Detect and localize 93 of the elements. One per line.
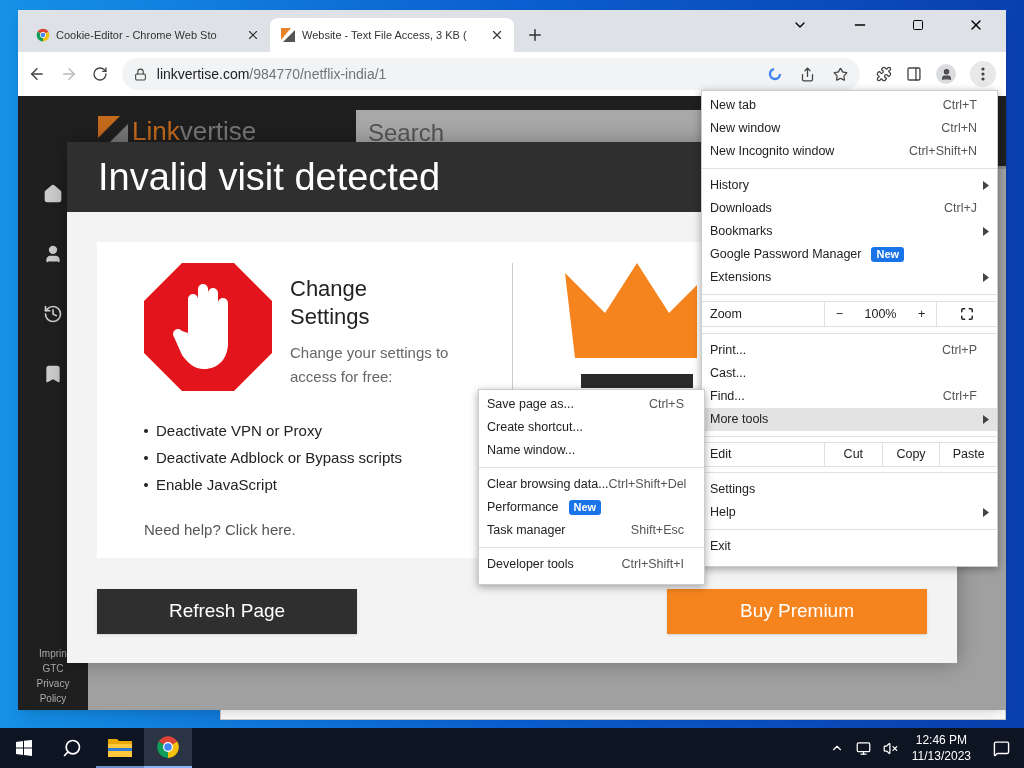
- menu-item[interactable]: Task manager Shift+Esc: [479, 519, 704, 542]
- volume-muted-icon[interactable]: [882, 740, 898, 756]
- clock-date: 11/13/2023: [911, 748, 971, 764]
- zoom-level: 100%: [864, 305, 897, 323]
- menu-item[interactable]: Performance New: [479, 496, 704, 519]
- bookmark-star-icon[interactable]: [833, 66, 849, 82]
- bookmark-icon[interactable]: [43, 364, 63, 384]
- side-panel-icon[interactable]: [906, 66, 923, 82]
- fullscreen-icon[interactable]: [960, 307, 974, 321]
- share-icon[interactable]: [800, 66, 816, 82]
- edit-action-button[interactable]: Copy: [881, 443, 940, 466]
- chrome-icon: [156, 735, 180, 759]
- modal-action-button[interactable]: Refresh Page: [97, 589, 357, 634]
- notifications-icon[interactable]: [993, 739, 1010, 757]
- history-icon[interactable]: [43, 304, 63, 324]
- maximize-icon[interactable]: [912, 19, 924, 31]
- close-tab-icon[interactable]: [490, 28, 504, 42]
- shortcut-text: Ctrl+Shift+N: [908, 143, 977, 161]
- profile-avatar[interactable]: [936, 64, 957, 84]
- url-text: linkvertise.com/984770/netflix-india/1: [156, 64, 388, 84]
- shortcut-text: Shift+Esc: [630, 522, 684, 540]
- menu-item[interactable]: New tab Ctrl+T: [702, 94, 997, 117]
- settings-heading: Change Settings: [290, 275, 371, 331]
- menu-item[interactable]: Clear browsing data...Ctrl+Shift+Del: [479, 473, 704, 496]
- menu-item[interactable]: Help: [702, 501, 997, 524]
- extensions-icon[interactable]: [876, 66, 893, 82]
- menu-item[interactable]: Save page as... Ctrl+S: [479, 393, 704, 416]
- modal-title: Invalid visit detected: [98, 154, 441, 200]
- back-icon[interactable]: [28, 65, 46, 83]
- menu-item[interactable]: Print... Ctrl+P: [702, 339, 997, 362]
- shortcut-text: Ctrl+Shift+Del: [608, 476, 687, 494]
- more-icon: [981, 67, 986, 81]
- menu-item[interactable]: Create shortcut...: [479, 416, 704, 439]
- menu-item[interactable]: Google Password Manager New: [702, 243, 997, 266]
- reload-icon[interactable]: [91, 66, 108, 82]
- new-badge: New: [568, 500, 602, 515]
- tab-title: Website - Text File Access, 3 KB (: [302, 27, 468, 43]
- menu-item[interactable]: More tools: [702, 408, 997, 431]
- person-icon: [939, 67, 953, 81]
- footer-link[interactable]: GTC: [30, 661, 76, 676]
- zoom-out-button[interactable]: −: [835, 304, 844, 324]
- address-bar[interactable]: linkvertise.com/984770/netflix-india/1: [121, 58, 861, 90]
- step-item: Deactivate VPN or Proxy: [144, 420, 402, 442]
- browser-tab[interactable]: Website - Text File Access, 3 KB (: [270, 18, 514, 52]
- search-icon: [62, 738, 82, 758]
- menu-item[interactable]: Cast...: [702, 362, 997, 385]
- help-link[interactable]: Need help? Click here.: [144, 519, 402, 542]
- home-icon[interactable]: [43, 184, 63, 204]
- shortcut-text: Ctrl+J: [944, 200, 977, 218]
- menu-item[interactable]: Developer tools Ctrl+Shift+I: [479, 553, 704, 576]
- menu-item[interactable]: Exit: [702, 535, 997, 558]
- menu-item[interactable]: Bookmarks: [702, 220, 997, 243]
- shortcut-text: Ctrl+N: [941, 120, 977, 138]
- windows-logo-icon: [16, 740, 32, 756]
- stop-hand-icon: [144, 263, 272, 391]
- network-icon[interactable]: [855, 740, 871, 756]
- zoom-in-button[interactable]: +: [917, 304, 926, 324]
- lock-icon: [133, 67, 147, 81]
- new-tab-icon[interactable]: [526, 26, 544, 44]
- edit-action-button[interactable]: Cut: [824, 443, 882, 466]
- folder-icon: [108, 737, 132, 757]
- shortcut-text: Ctrl+T: [942, 97, 977, 115]
- settings-subtext: Change your settings to access for free:: [290, 343, 450, 387]
- shortcut-text: Ctrl+Shift+I: [621, 556, 684, 574]
- clock[interactable]: 12:46 PM 11/13/2023: [903, 732, 979, 764]
- clock-time: 12:46 PM: [915, 732, 968, 748]
- chrome-icon: [36, 28, 50, 42]
- shortcut-text: Ctrl+S: [648, 396, 684, 414]
- menu-item[interactable]: History: [702, 174, 997, 197]
- new-badge: New: [871, 247, 905, 262]
- step-item: Enable JavaScript: [144, 474, 402, 496]
- tab-title: Cookie-Editor - Chrome Web Sto: [56, 27, 218, 43]
- menu-item[interactable]: Find... Ctrl+F: [702, 385, 997, 408]
- shortcut-text: Ctrl+F: [942, 388, 977, 406]
- user-icon[interactable]: [43, 244, 63, 264]
- close-tab-icon[interactable]: [246, 28, 260, 42]
- menu-item[interactable]: Extensions: [702, 266, 997, 289]
- taskbar-app[interactable]: [144, 728, 192, 768]
- menu-button[interactable]: [970, 61, 996, 87]
- footer-link[interactable]: Privacy Policy: [30, 676, 76, 706]
- menu-item-label: Zoom: [709, 305, 743, 323]
- step-item: Deactivate Adblock or Bypass scripts: [144, 447, 402, 469]
- menu-item-label: Edit: [709, 446, 733, 464]
- menu-item[interactable]: New window Ctrl+N: [702, 117, 997, 140]
- browser-tab[interactable]: Cookie-Editor - Chrome Web Sto: [26, 18, 270, 52]
- site-logo-icon: [280, 27, 296, 43]
- edit-action-button[interactable]: Paste: [939, 443, 997, 466]
- menu-item[interactable]: Name window...: [479, 439, 704, 462]
- menu-item[interactable]: New Incognito window Ctrl+Shift+N: [702, 140, 997, 163]
- logo-text: Linkvertise: [132, 114, 257, 148]
- menu-item[interactable]: Downloads Ctrl+J: [702, 197, 997, 220]
- menu-item[interactable]: Settings: [702, 478, 997, 501]
- shortcut-text: Ctrl+P: [941, 342, 977, 360]
